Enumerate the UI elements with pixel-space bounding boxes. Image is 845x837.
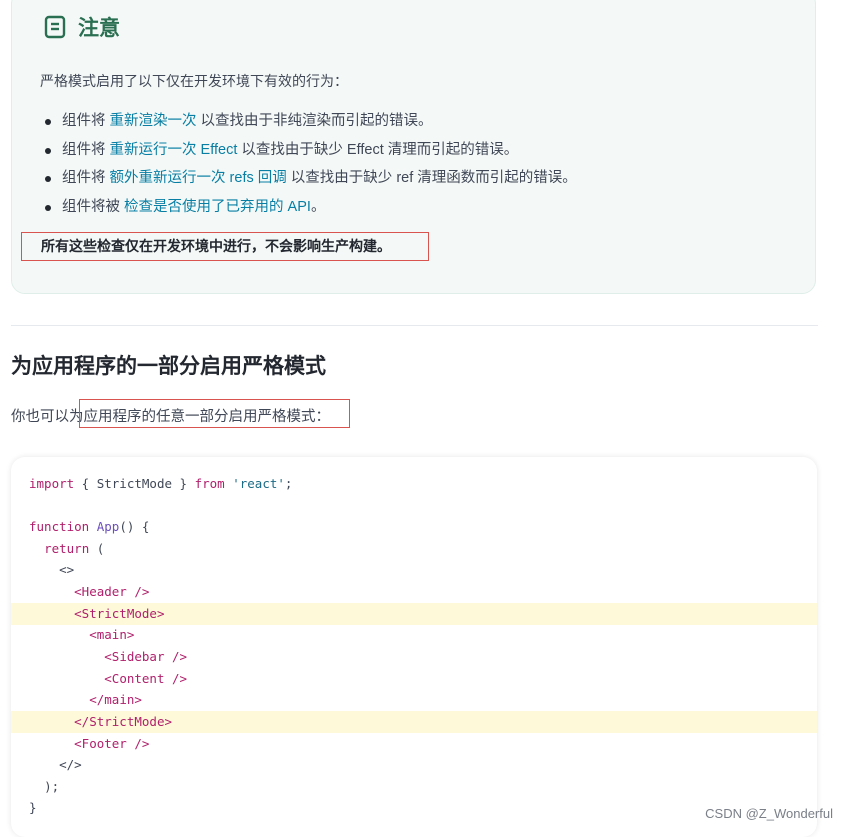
note-header: 注意 (44, 12, 120, 42)
code-line: return ( (44, 541, 105, 556)
item-prefix: 组件将 (62, 170, 110, 187)
note-intro: 严格模式启用了以下仅在开发环境下有效的行为： (40, 73, 348, 89)
code-line-highlighted: </StrictMode> (11, 711, 817, 733)
section-heading: 为应用程序的一部分启用严格模式 (11, 355, 326, 378)
code-line: } (29, 800, 37, 815)
code-line: <> (59, 562, 75, 577)
item-prefix: 组件将 (62, 113, 110, 129)
annotation-box (79, 399, 350, 428)
code-line: <Content /> (104, 671, 188, 686)
rerun-refs-link[interactable]: 额外重新运行一次 refs 回调 (110, 170, 287, 186)
dev-only-notice: 所有这些检查仅在开发环境中进行，不会影响生产构建。 (21, 232, 429, 261)
code-line: <main> (89, 627, 135, 642)
code-line: <Header /> (74, 584, 150, 599)
item-prefix: 组件将 (62, 141, 110, 158)
deprecated-api-link[interactable]: 检查是否使用了已弃用的 API (124, 199, 311, 215)
item-prefix: 组件将被 (62, 198, 125, 215)
code-line-highlighted: <StrictMode> (11, 603, 817, 625)
rerender-link[interactable]: 重新渲染一次 (110, 113, 197, 129)
item-suffix: 以查找由于非纯渲染而引起的错误。 (196, 113, 433, 129)
code-line: function App() { (29, 519, 150, 534)
para-prefix: 你也可以为 (11, 409, 84, 425)
code-line: ); (44, 779, 60, 794)
rerun-effect-link[interactable]: 重新运行一次 Effect (110, 142, 238, 158)
list-item: 组件将 重新渲染一次 以查找由于非纯渲染而引起的错误。 (40, 107, 577, 136)
note-list: 组件将 重新渲染一次 以查找由于非纯渲染而引起的错误。 组件将 重新运行一次 E… (40, 107, 577, 221)
code-block: import { StrictMode } from 'react'; func… (11, 457, 817, 837)
code-line: <Footer /> (74, 736, 150, 751)
code-line: </main> (89, 692, 142, 707)
list-item: 组件将 额外重新运行一次 refs 回调 以查找由于缺少 ref 清理函数而引起… (40, 164, 577, 193)
item-suffix: 。 (310, 198, 326, 215)
code-line: <Sidebar /> (104, 649, 188, 664)
list-item: 组件将 重新运行一次 Effect 以查找由于缺少 Effect 清理而引起的错… (40, 136, 577, 165)
watermark: CSDN @Z_Wonderful (705, 806, 833, 821)
code-line: </> (59, 757, 82, 772)
item-suffix: 以查找由于缺少 Effect 清理而引起的错误。 (237, 141, 519, 158)
note-icon (44, 15, 66, 39)
item-suffix: 以查找由于缺少 ref 清理函数而引起的错误。 (286, 170, 577, 187)
divider (11, 325, 818, 326)
note-title: 注意 (78, 17, 120, 40)
list-item: 组件将被 检查是否使用了已弃用的 API。 (40, 193, 577, 222)
code-line: import { StrictMode } from 'react'; (29, 476, 293, 491)
